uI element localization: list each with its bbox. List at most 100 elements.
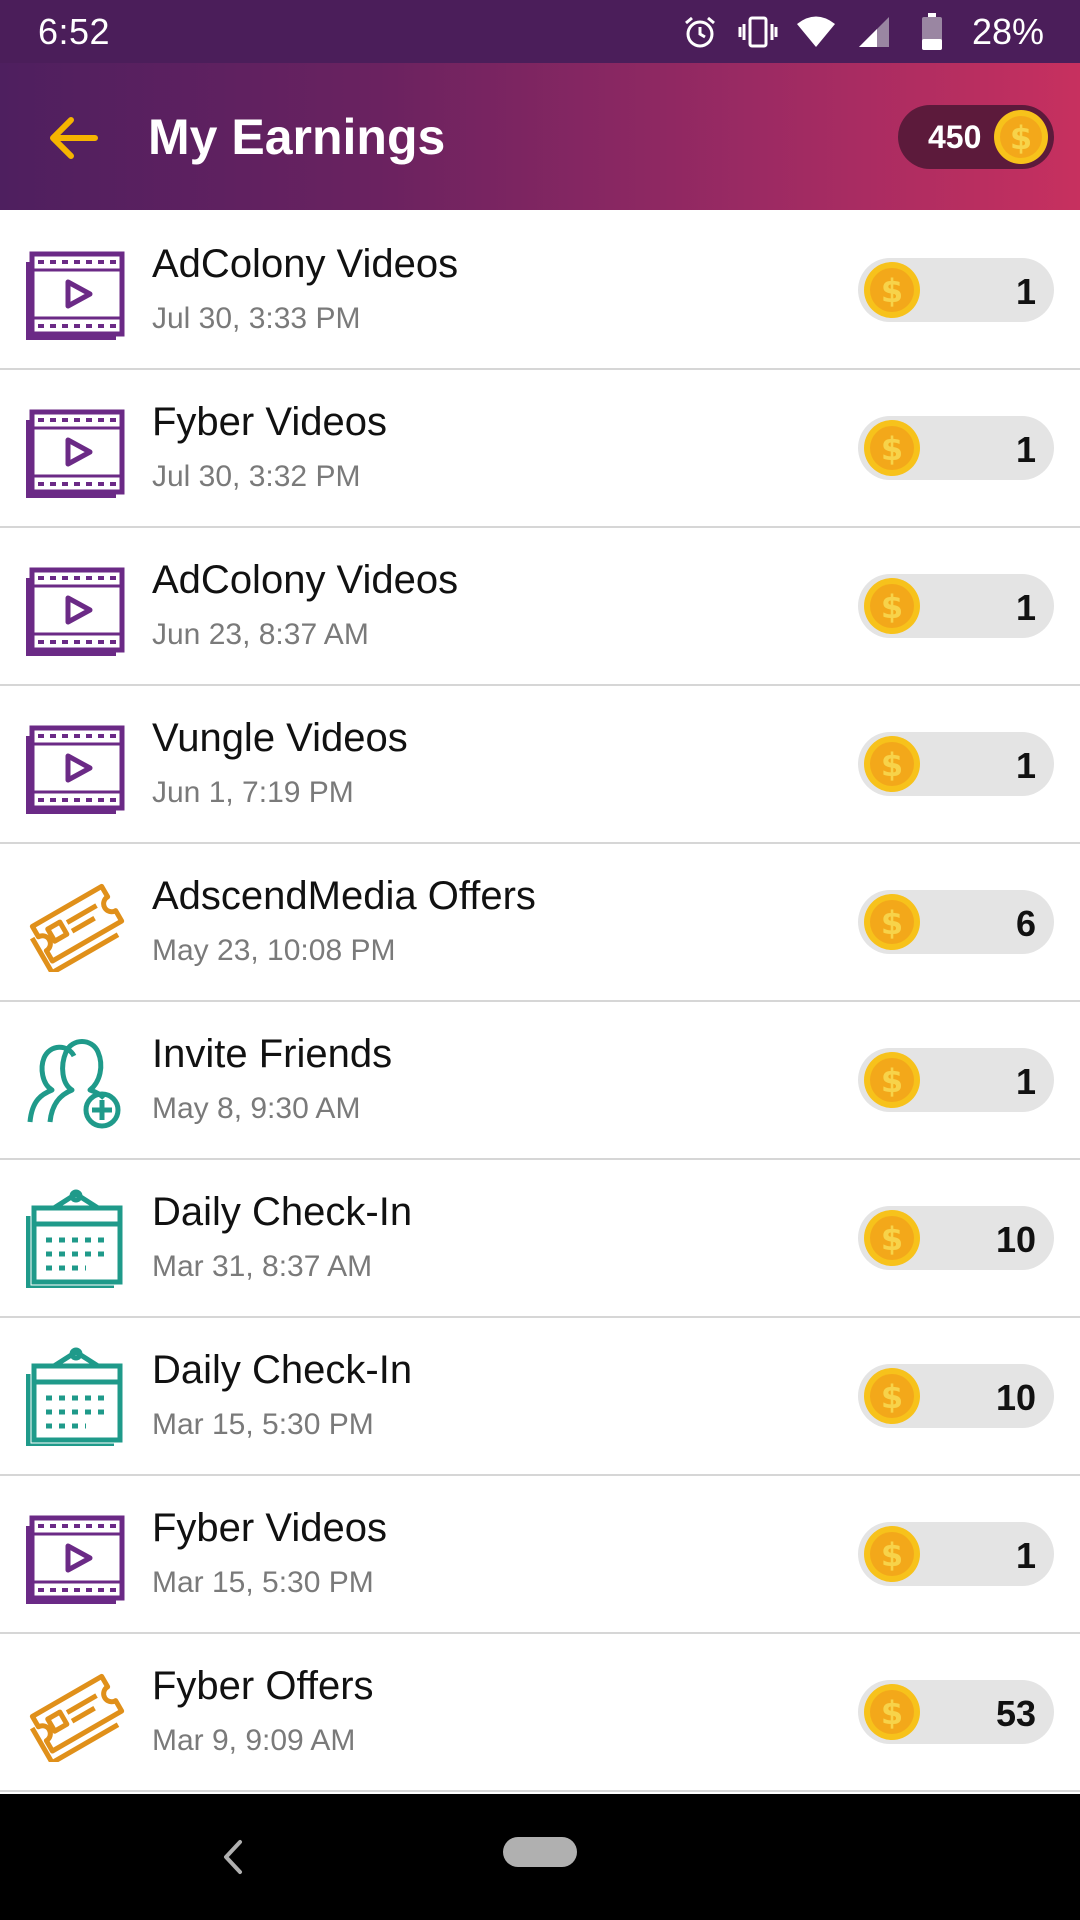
video-icon	[25, 1504, 126, 1605]
coin-balance[interactable]: 450 $	[898, 105, 1054, 169]
navigation-bar	[0, 1794, 1080, 1920]
item-date: May 8, 9:30 AM	[152, 1092, 361, 1125]
item-date: Jul 30, 3:32 PM	[152, 460, 361, 493]
coin-icon: $	[862, 1366, 922, 1431]
item-date: Jun 1, 7:19 PM	[152, 776, 354, 809]
coin-icon: $	[862, 1524, 922, 1589]
item-date: Mar 15, 5:30 PM	[152, 1566, 374, 1599]
points-value: 1	[1015, 745, 1036, 786]
points-value: 53	[995, 1693, 1036, 1734]
list-item[interactable]: Fyber Videos Mar 15, 5:30 PM $1	[0, 1476, 1080, 1634]
svg-text:$: $	[881, 588, 903, 626]
alarm-icon	[680, 12, 720, 52]
coin-icon: $	[862, 260, 922, 325]
svg-text:$: $	[881, 1062, 903, 1100]
coin-icon: $	[862, 576, 922, 641]
item-title: AdscendMedia Offers	[152, 874, 536, 918]
coin-icon: $	[862, 1208, 922, 1273]
list-item[interactable]: AdscendMedia Offers May 23, 10:08 PM $6	[0, 844, 1080, 1002]
earnings-list: AdColony Videos Jul 30, 3:33 PM $1 Fyber Vi…	[0, 212, 1080, 1792]
points-badge: $1	[858, 1048, 1054, 1112]
nav-home-button[interactable]	[503, 1837, 577, 1867]
list-item[interactable]: Fyber Offers Mar 9, 9:09 AM $53	[0, 1634, 1080, 1792]
list-item[interactable]: Fyber Videos Jul 30, 3:32 PM $1	[0, 370, 1080, 528]
status-time: 6:52	[38, 10, 111, 52]
coin-icon: $	[862, 1682, 922, 1747]
item-date: Mar 15, 5:30 PM	[152, 1408, 374, 1441]
points-badge: $1	[858, 258, 1054, 322]
video-icon	[25, 714, 126, 815]
arrow-left-icon	[50, 117, 98, 159]
battery-percent: 28%	[971, 10, 1044, 52]
coin-icon: $	[862, 734, 922, 799]
status-icons: 28%	[680, 11, 1044, 53]
svg-text:$: $	[881, 1220, 903, 1258]
item-date: Mar 31, 8:37 AM	[152, 1250, 373, 1283]
svg-text:$: $	[881, 272, 903, 310]
nav-back-icon[interactable]	[218, 1834, 248, 1880]
points-badge: $1	[858, 416, 1054, 480]
back-button[interactable]	[38, 103, 108, 173]
svg-text:$: $	[881, 1536, 903, 1574]
points-value: 10	[995, 1219, 1036, 1260]
coin-icon: $	[862, 418, 922, 483]
svg-text:$: $	[1010, 119, 1032, 157]
page-title: My Earnings	[148, 109, 446, 165]
vibrate-icon	[738, 12, 778, 52]
item-date: Mar 9, 9:09 AM	[152, 1724, 356, 1757]
list-item[interactable]: Invite Friends May 8, 9:30 AM $1	[0, 1002, 1080, 1160]
list-item[interactable]: AdColony Videos Jun 23, 8:37 AM $1	[0, 528, 1080, 686]
video-icon	[25, 240, 126, 341]
points-badge: $10	[858, 1364, 1054, 1428]
video-icon	[25, 556, 126, 657]
item-title: Fyber Videos	[152, 400, 387, 444]
ticket-icon	[26, 872, 126, 976]
status-bar: 6:52 28%	[0, 0, 1080, 63]
item-date: Jun 23, 8:37 AM	[152, 618, 369, 651]
item-title: Fyber Offers	[152, 1664, 374, 1708]
points-value: 1	[1015, 1535, 1036, 1576]
item-title: AdColony Videos	[152, 242, 459, 286]
list-item[interactable]: AdColony Videos Jul 30, 3:33 PM $1	[0, 212, 1080, 370]
coin-icon: $	[862, 1050, 922, 1115]
points-value: 10	[995, 1377, 1036, 1418]
points-badge: $53	[858, 1680, 1054, 1744]
item-date: May 23, 10:08 PM	[152, 934, 396, 967]
item-date: Jul 30, 3:33 PM	[152, 302, 361, 335]
svg-text:$: $	[881, 1694, 903, 1732]
item-title: AdColony Videos	[152, 558, 459, 602]
list-item[interactable]: Vungle Videos Jun 1, 7:19 PM $1	[0, 686, 1080, 844]
points-value: 1	[1015, 1061, 1036, 1102]
ticket-icon	[26, 1662, 126, 1766]
svg-text:$: $	[881, 904, 903, 942]
coin-icon: $	[994, 110, 1048, 164]
points-badge: $6	[858, 890, 1054, 954]
svg-text:$: $	[881, 746, 903, 784]
wifi-icon	[796, 12, 836, 52]
item-title: Invite Friends	[152, 1032, 393, 1076]
points-value: 1	[1015, 587, 1036, 628]
calendar-icon	[25, 1188, 126, 1291]
balance-value: 450	[928, 119, 982, 155]
add-friend-icon	[26, 1030, 126, 1130]
points-value: 1	[1015, 271, 1036, 312]
points-badge: $1	[858, 574, 1054, 638]
coin-icon: $	[862, 892, 922, 957]
item-title: Vungle Videos	[152, 716, 408, 760]
svg-text:$: $	[881, 1378, 903, 1416]
video-icon	[25, 398, 126, 499]
points-badge: $10	[858, 1206, 1054, 1270]
points-value: 1	[1015, 429, 1036, 470]
item-title: Daily Check-In	[152, 1190, 413, 1234]
item-title: Daily Check-In	[152, 1348, 413, 1392]
list-item[interactable]: Daily Check-In Mar 31, 8:37 AM $10	[0, 1160, 1080, 1318]
points-badge: $1	[858, 732, 1054, 796]
points-badge: $1	[858, 1522, 1054, 1586]
calendar-icon	[25, 1346, 126, 1449]
signal-icon	[854, 12, 894, 52]
item-title: Fyber Videos	[152, 1506, 387, 1550]
list-item[interactable]: Daily Check-In Mar 15, 5:30 PM $10	[0, 1318, 1080, 1476]
app-bar: My Earnings 450 $	[0, 63, 1080, 210]
battery-icon	[912, 12, 952, 52]
svg-text:$: $	[881, 430, 903, 468]
